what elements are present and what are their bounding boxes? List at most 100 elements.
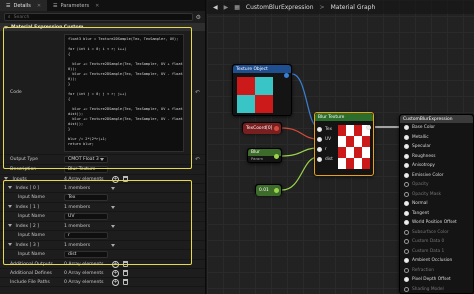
input-entry: Index [ 2 ] 1 members Input Name r (0, 222, 205, 241)
input-name-field[interactable]: dist (64, 251, 108, 258)
input-pin[interactable] (404, 258, 409, 264)
material-input-pin-row[interactable]: Pixel Depth Offset (400, 275, 473, 285)
material-input-pin-row[interactable]: Base Color (400, 123, 473, 133)
input-pin[interactable] (404, 286, 409, 292)
chevron-down-icon[interactable] (8, 204, 12, 208)
description-field[interactable]: Blur Texture (64, 166, 108, 173)
chevron-down-icon[interactable] (4, 176, 8, 180)
trash-icon[interactable] (123, 270, 128, 276)
material-input-pin-row[interactable]: Custom Data 0 (400, 237, 473, 247)
input-name-wrap: UV (60, 213, 205, 220)
input-pin[interactable] (317, 126, 322, 132)
settings-gear-icon[interactable]: ⚙ (196, 14, 201, 21)
trash-icon[interactable] (123, 176, 128, 182)
chevron-down-icon[interactable] (111, 224, 115, 228)
material-graph[interactable]: ◀ ▶ ▦ CustomBlurExpression > Material Gr… (207, 0, 474, 294)
tab-details[interactable]: ☰ Details ✕ (0, 0, 48, 11)
material-input-pin-row[interactable]: Opacity Mask (400, 190, 473, 200)
input-name-row: Input Name dist (0, 250, 205, 260)
material-input-pin-row[interactable]: Roughness (400, 152, 473, 162)
input-index-wrap: Index [ 0 ] (0, 185, 60, 191)
output-pin[interactable] (284, 73, 289, 78)
chevron-down-icon[interactable] (111, 243, 115, 247)
input-pin[interactable] (404, 125, 409, 131)
output-pin[interactable] (274, 188, 279, 193)
input-name-field[interactable]: Tex (64, 194, 108, 201)
chevron-down-icon[interactable] (8, 242, 12, 246)
input-pin[interactable] (404, 134, 409, 140)
material-input-pin-row[interactable]: Subsurface Color (400, 228, 473, 238)
input-pin[interactable] (317, 146, 322, 152)
add-element-button[interactable]: + (112, 269, 119, 277)
input-pin[interactable] (317, 136, 322, 142)
input-name-row: Input Name Tex (0, 193, 205, 203)
output-type-value-wrap: CMOT Float 3 (60, 156, 205, 163)
additional-defines-wrap: 0 Array elements + (60, 269, 205, 277)
add-element-button[interactable]: + (112, 260, 119, 268)
input-pin[interactable] (404, 172, 409, 178)
input-pin[interactable] (404, 182, 409, 188)
chevron-down-icon[interactable] (8, 223, 12, 227)
close-icon[interactable]: ✕ (95, 3, 99, 9)
input-pin[interactable] (404, 239, 409, 245)
add-element-button[interactable]: + (112, 175, 119, 183)
input-pin-row[interactable]: dist (317, 154, 333, 164)
material-input-label: Base Color (412, 125, 436, 131)
output-pin[interactable] (366, 125, 371, 130)
input-pin[interactable] (404, 153, 409, 159)
material-result-node[interactable]: CustomBlurExpression Base Color Metallic S… (399, 114, 474, 294)
input-pin[interactable] (317, 156, 322, 162)
material-input-pin-row[interactable]: Specular (400, 142, 473, 152)
add-element-button[interactable]: + (112, 278, 119, 286)
chevron-down-icon[interactable] (111, 205, 115, 209)
material-input-pin-row[interactable]: Anisotropy (400, 161, 473, 171)
search-input[interactable]: ⌕ Search (4, 13, 193, 21)
input-pin[interactable] (404, 163, 409, 169)
material-input-pin-row[interactable]: Ambient Occlusion (400, 256, 473, 266)
trash-icon[interactable] (123, 279, 128, 285)
input-pin[interactable] (404, 267, 409, 273)
close-icon[interactable]: ✕ (37, 3, 41, 9)
input-name-field[interactable]: UV (64, 213, 108, 220)
material-input-pin-row[interactable]: World Position Offset (400, 218, 473, 228)
input-pin[interactable] (404, 277, 409, 283)
chevron-down-icon[interactable] (8, 185, 12, 189)
checker-cell (255, 77, 273, 95)
input-pin-row[interactable]: Tex (317, 124, 333, 134)
float-constant-node[interactable]: 0.01 (255, 184, 282, 196)
code-editor[interactable]: float3 blur = Texture2DSample(Tex, TexSa… (64, 33, 184, 152)
output-pin[interactable] (274, 154, 279, 159)
input-pin[interactable] (404, 144, 409, 150)
material-input-label: Custom Data 0 (412, 239, 445, 245)
input-pin[interactable] (404, 248, 409, 254)
section-header-material-expression-custom[interactable]: Material Expression Custom (0, 23, 205, 31)
input-pin[interactable] (404, 210, 409, 216)
input-name-field[interactable]: r (64, 232, 108, 239)
material-input-pin-row[interactable]: Emissive Color (400, 171, 473, 181)
material-input-pin-row[interactable]: Tangent (400, 209, 473, 219)
input-pin-row[interactable]: r (317, 144, 333, 154)
material-input-pin-row[interactable]: Metallic (400, 133, 473, 143)
reset-to-default-icon[interactable]: ↶ (195, 156, 200, 163)
input-pin[interactable] (404, 191, 409, 197)
material-input-pin-row[interactable]: Normal (400, 199, 473, 209)
input-pin[interactable] (404, 220, 409, 226)
texcoord-node[interactable]: TexCoord[0] (242, 122, 282, 134)
chevron-down-icon[interactable] (111, 186, 115, 190)
material-input-pin-row[interactable]: Opacity (400, 180, 473, 190)
trash-icon[interactable] (123, 261, 128, 267)
texture-object-node[interactable]: Texture Object (232, 64, 292, 116)
blur-texture-node[interactable]: Blur Texture Tex UV r dist (314, 112, 374, 176)
chevron-down-icon (100, 158, 104, 161)
blur-param-node[interactable]: Blur Param (247, 148, 282, 163)
material-input-pin-row[interactable]: Refraction (400, 266, 473, 276)
output-pin[interactable] (274, 126, 279, 131)
tab-parameters[interactable]: ☰ Parameters ✕ (47, 0, 105, 11)
material-input-pin-row[interactable]: Custom Data 1 (400, 247, 473, 257)
input-pin[interactable] (404, 201, 409, 207)
input-pin[interactable] (404, 229, 409, 235)
reset-to-default-icon[interactable]: ↶ (195, 89, 200, 96)
input-pin-row[interactable]: UV (317, 134, 333, 144)
material-input-pin-row[interactable]: Shading Model (400, 285, 473, 294)
output-type-dropdown[interactable]: CMOT Float 3 (64, 156, 108, 163)
